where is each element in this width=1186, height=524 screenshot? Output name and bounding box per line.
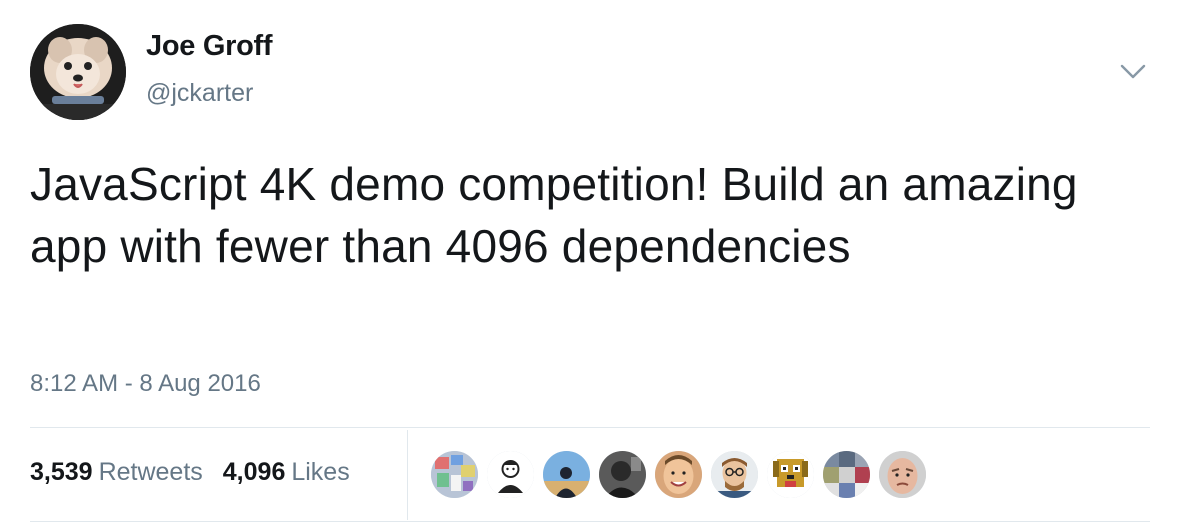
liker-avatar[interactable]: [487, 451, 534, 498]
retweets-stat[interactable]: 3,539 Retweets: [30, 458, 203, 487]
tweet-text: JavaScript 4K demo competition! Build an…: [30, 158, 1078, 272]
likes-count: 4,096: [222, 458, 286, 486]
tweet-timestamp[interactable]: 8:12 AM - 8 Aug 2016: [30, 370, 261, 398]
glasses-man-avatar-icon: [711, 451, 758, 498]
likers-avatars: [431, 451, 926, 498]
liker-avatar[interactable]: [599, 451, 646, 498]
retweets-label: Retweets: [98, 458, 203, 486]
divider: [30, 521, 1150, 522]
user-avatar[interactable]: [30, 24, 126, 120]
silhouette-sky-avatar-icon: [543, 451, 590, 498]
liker-avatar[interactable]: [711, 451, 758, 498]
pixel-dog-avatar-icon: [767, 451, 814, 498]
chevron-down-icon: [1120, 64, 1146, 79]
tweet-card: Joe Groff @jckarter JavaScript 4K demo c…: [0, 0, 1186, 524]
display-name[interactable]: Joe Groff: [146, 30, 273, 63]
divider: [30, 427, 1150, 428]
liker-avatar[interactable]: [767, 451, 814, 498]
person-illustration-avatar-icon: [487, 451, 534, 498]
smiling-face-avatar-icon: [655, 451, 702, 498]
bald-man-avatar-icon: [879, 451, 926, 498]
liker-avatar[interactable]: [543, 451, 590, 498]
dark-portrait-avatar-icon: [599, 451, 646, 498]
liker-avatar[interactable]: [431, 451, 478, 498]
liker-avatar[interactable]: [823, 451, 870, 498]
liker-avatar[interactable]: [655, 451, 702, 498]
collage-avatar-icon: [431, 451, 478, 498]
tweet-stats: 3,539 Retweets 4,096 Likes: [30, 458, 370, 487]
likes-stat[interactable]: 4,096 Likes: [223, 458, 350, 487]
pixel-blocks-avatar-icon: [823, 451, 870, 498]
liker-avatar[interactable]: [879, 451, 926, 498]
user-handle[interactable]: @jckarter: [146, 79, 253, 108]
likes-label: Likes: [291, 458, 350, 486]
retweets-count: 3,539: [30, 458, 93, 486]
stats-divider: [407, 430, 408, 520]
dog-avatar-icon: [30, 24, 126, 120]
tweet-menu-button[interactable]: [1117, 56, 1149, 88]
